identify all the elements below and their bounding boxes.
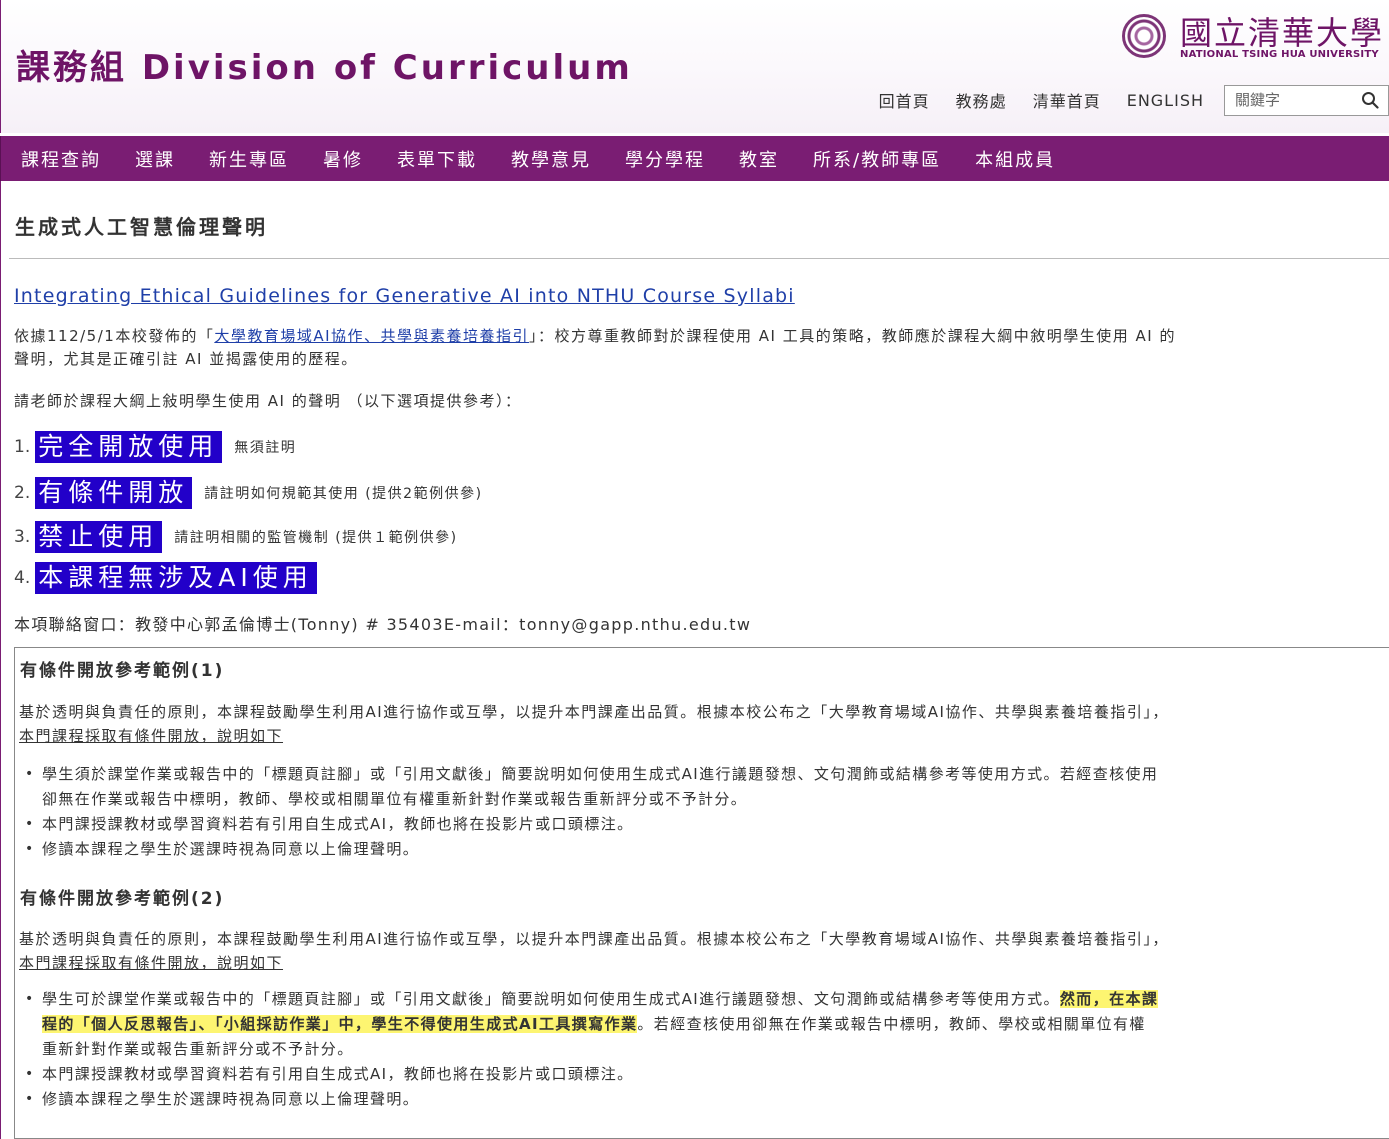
request-text: 請老師於課程大綱上敍明學生使用 AI 的聲明 （以下選項提供參考）： — [14, 392, 522, 410]
list-item: 學生可於課堂作業或報告中的「標題頁註腳」或「引用文獻後」簡要說明如何使用生成式A… — [25, 987, 1159, 1012]
option-label: 本課程無涉及AI使用 — [35, 562, 317, 594]
university-logo[interactable]: 國立清華大學 NATIONAL TSING HUA UNIVERSITY — [1122, 12, 1389, 62]
option-number: 2. — [14, 483, 31, 503]
main-nav: 課程查詢 選課 新生專區 暑修 表單下載 教學意見 學分學程 教室 所系/教師專… — [0, 136, 1389, 181]
option-note: 請註明相關的監管機制 (提供１範例供參) — [174, 530, 458, 546]
site-title[interactable]: 課務組 Division of Curriculum — [16, 40, 633, 89]
top-links: 回首頁 教務處 清華首頁 ENGLISH — [879, 84, 1389, 116]
example-bullet-list: 學生可於課堂作業或報告中的「標題頁註腳」或「引用文獻後」簡要說明如何使用生成式A… — [25, 987, 1159, 1112]
example-intro-underlined-text: 本門課程採取有條件開放，說明如下 — [19, 954, 284, 972]
list-item: 本門課授課教材或學習資料若有引用自生成式AI，教師也將在投影片或口頭標注。 — [25, 812, 1158, 837]
page-title: 生成式人工智慧倫理聲明 — [15, 215, 268, 239]
example-intro-underlined-text: 本門課程採取有條件開放，說明如下 — [19, 727, 284, 745]
list-item: 修讀本課程之學生於選課時視為同意以上倫理聲明。 — [25, 1087, 1158, 1112]
option-note: 無須註明 — [234, 440, 297, 456]
option-label: 有條件開放 — [35, 477, 193, 509]
nav-departments-faculty[interactable]: 所系/教師專區 — [813, 146, 941, 172]
nav-forms-download[interactable]: 表單下載 — [397, 146, 477, 172]
list-item-continuation: 卻無在作業或報告中標明，教師、學校或相關單位有權重新針對作業或報告重新評分或不予… — [42, 790, 748, 808]
intro-prefix: 依據112/5/1本校發佈的「 — [14, 327, 215, 345]
option-item: 4. 本課程無涉及AI使用 — [14, 561, 317, 595]
examples-box: 有條件開放參考範例(1) 基於透明與負責任的原則，本課程鼓勵學生利用AI進行協作… — [14, 647, 1389, 1139]
nav-summer-session[interactable]: 暑修 — [323, 146, 363, 172]
university-seal-icon — [1122, 14, 1166, 58]
nav-credit-programs[interactable]: 學分學程 — [625, 146, 705, 172]
highlighted-text: 程的「個人反思報告」、「小組採訪作業」中，學生不得使用生成式AI工具撰寫作業 — [42, 1015, 638, 1033]
search-input[interactable] — [1225, 85, 1353, 115]
link-nthu-home[interactable]: 清華首頁 — [1033, 88, 1101, 112]
list-item: 學生須於課堂作業或報告中的「標題頁註腳」或「引用文獻後」簡要說明如何使用生成式A… — [25, 762, 1158, 787]
intro-paragraph: 依據112/5/1本校發佈的「大學教育場域AI協作、共學與素養培養指引」：校方尊… — [14, 325, 1176, 348]
nav-course-selection[interactable]: 選課 — [135, 146, 175, 172]
nav-freshmen[interactable]: 新生專區 — [209, 146, 289, 172]
site-header: 課務組 Division of Curriculum 國立清華大學 NATION… — [0, 0, 1389, 133]
example-intro-underlined: 本門課程採取有條件開放，說明如下 — [19, 724, 283, 748]
example-intro: 基於透明與負責任的原則，本課程鼓勵學生利用AI進行協作或互學，以提升本門課產出品… — [19, 703, 1169, 721]
list-item-continuation: 重新針對作業或報告重新評分或不予計分。 — [42, 1040, 354, 1058]
option-item: 3. 禁止使用 請註明相關的監管機制 (提供１範例供參) — [14, 520, 458, 554]
link-home[interactable]: 回首頁 — [879, 88, 930, 112]
example-intro-underlined: 本門課程採取有條件開放，說明如下 — [19, 951, 283, 975]
option-number: 3. — [14, 527, 31, 547]
bullet-text: 。若經查核使用卻無在作業或報告中標明，教師、學校或相關單位有權 — [637, 1015, 1146, 1033]
nav-classrooms[interactable]: 教室 — [739, 146, 779, 172]
highlighted-text: 然而，在本課 — [1059, 990, 1159, 1008]
option-number: 4. — [14, 568, 31, 588]
option-label: 完全開放使用 — [35, 431, 223, 463]
example-heading: 有條件開放參考範例(2) — [20, 889, 225, 909]
example-bullet-list: 學生須於課堂作業或報告中的「標題頁註腳」或「引用文獻後」簡要說明如何使用生成式A… — [25, 762, 1158, 862]
bullet-text: 學生可於課堂作業或報告中的「標題頁註腳」或「引用文獻後」簡要說明如何使用生成式A… — [42, 990, 1060, 1008]
search-box — [1224, 84, 1389, 116]
link-academic-affairs[interactable]: 教務處 — [956, 88, 1007, 112]
option-label: 禁止使用 — [35, 521, 163, 553]
option-item: 1. 完全開放使用 無須註明 — [14, 430, 296, 464]
list-item: 本門課授課教材或學習資料若有引用自生成式AI，教師也將在投影片或口頭標注。 — [25, 1062, 1158, 1087]
option-note: 請註明如何規範其使用 (提供2範例供參) — [204, 486, 483, 502]
option-number: 1. — [14, 437, 31, 457]
search-icon[interactable] — [1353, 86, 1387, 115]
logo-english-name: NATIONAL TSING HUA UNIVERSITY — [1180, 49, 1379, 60]
example-intro: 基於透明與負責任的原則，本課程鼓勵學生利用AI進行協作或互學，以提升本門課產出品… — [19, 930, 1169, 948]
nav-teaching-feedback[interactable]: 教學意見 — [511, 146, 591, 172]
contact-info: 本項聯絡窗口：教發中心郭孟倫博士(Tonny) # 35403E-mail：to… — [14, 615, 752, 634]
list-item-continuation: 程的「個人反思報告」、「小組採訪作業」中，學生不得使用生成式AI工具撰寫作業。若… — [25, 1012, 1158, 1037]
logo-chinese-name: 國立清華大學 — [1180, 14, 1385, 52]
main-content: 生成式人工智慧倫理聲明 Integrating Ethical Guidelin… — [0, 181, 1389, 1139]
example-heading: 有條件開放參考範例(1) — [20, 661, 225, 681]
nav-staff[interactable]: 本組成員 — [975, 146, 1055, 172]
nav-course-query[interactable]: 課程查詢 — [21, 146, 101, 172]
english-guidelines-link[interactable]: Integrating Ethical Guidelines for Gener… — [14, 285, 795, 307]
guidelines-link[interactable]: 大學教育場域AI協作、共學與素養培養指引 — [214, 327, 529, 345]
title-divider — [9, 258, 1389, 259]
intro-line-2: 聲明，尤其是正確引註 AI 並揭露使用的歷程。 — [14, 350, 358, 368]
intro-suffix: 」：校方尊重教師對於課程使用 AI 工具的策略，教師應於課程大綱中敘明學生使用 … — [529, 327, 1176, 345]
list-item: 修讀本課程之學生於選課時視為同意以上倫理聲明。 — [25, 837, 1158, 862]
link-english[interactable]: ENGLISH — [1127, 91, 1204, 110]
option-item: 2. 有條件開放 請註明如何規範其使用 (提供2範例供參) — [14, 476, 483, 510]
